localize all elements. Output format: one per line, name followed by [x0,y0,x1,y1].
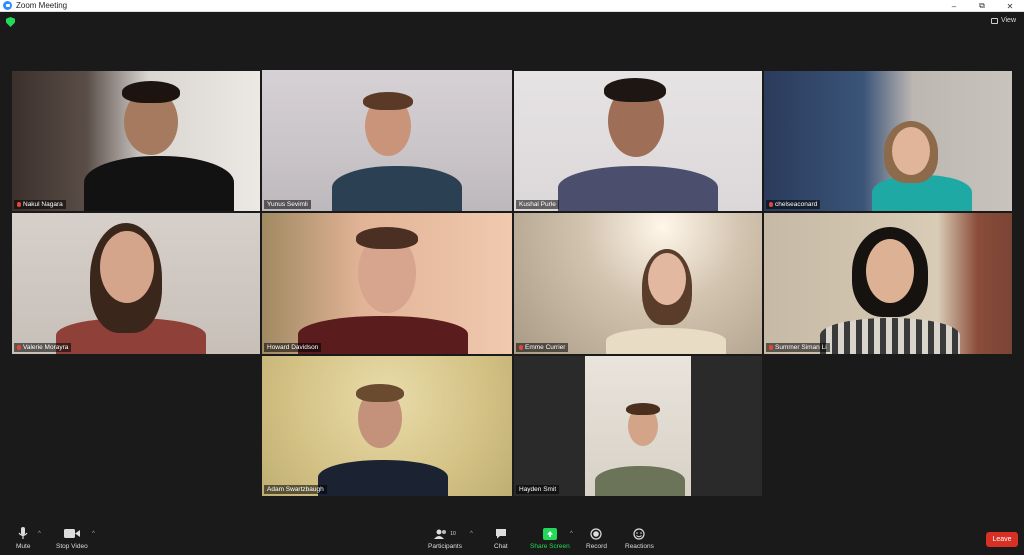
video-options-caret[interactable]: ^ [92,531,95,537]
window-title: Zoom Meeting [16,1,68,10]
participant-name: chelseaconard [775,201,818,208]
participant-body [606,328,726,354]
share-screen-label: Share Screen [530,543,570,550]
participant-body [558,166,718,211]
reactions-button[interactable]: Reactions [625,527,654,550]
participant-head [100,231,154,303]
chat-bubble-icon [495,527,507,540]
chat-button[interactable]: Chat [494,527,508,550]
stop-video-button[interactable]: Stop Video [56,527,88,550]
participant-name-tag: Adam Swartzbaugh [264,485,327,494]
participant-name: Hayden Smit [519,486,557,493]
participant-name-tag: Summer Siman Li [766,343,830,352]
participant-name: Emme Currier [525,344,566,351]
leave-meeting-button[interactable]: Leave [986,532,1018,547]
participant-body [820,318,960,354]
participant-name: Adam Swartzbaugh [267,486,324,493]
record-button[interactable]: Record [586,527,607,550]
muted-mic-icon [519,345,523,350]
participant-head [892,127,930,175]
share-screen-button[interactable]: Share Screen [530,527,570,550]
participants-count: 10 [450,530,456,537]
participant-head [866,239,914,303]
grid-view-icon [990,17,998,24]
participant-body [318,460,448,496]
view-label: View [1000,17,1016,24]
stop-video-label: Stop Video [56,543,88,550]
chat-label: Chat [494,543,508,550]
participants-options-caret[interactable]: ^ [470,531,473,537]
participant-name: Yunus Sevimli [267,201,308,208]
participant-body [332,166,462,211]
participants-label: Participants [428,543,462,550]
participant-name-tag: Howard Davidson [264,343,322,352]
muted-mic-icon [769,202,773,207]
participant-name-tag: Valerie Morayra [14,343,72,352]
video-camera-icon [63,527,80,540]
close-button[interactable]: ✕ [996,0,1024,12]
security-shield-icon[interactable] [6,17,15,27]
reactions-smiley-icon [633,527,646,540]
participant-body [595,466,685,496]
participant-head [648,253,686,305]
video-tile-4[interactable]: chelseaconard [764,71,1012,211]
video-tile-3[interactable]: Kushal Purle [514,71,762,211]
video-tile-2[interactable]: Yunus Sevimli [262,70,512,211]
muted-mic-icon [769,345,773,350]
participant-name: Valerie Morayra [23,344,69,351]
participant-hair [356,384,404,402]
muted-mic-icon [17,202,21,207]
participant-name-tag: Kushal Purle [516,200,559,209]
muted-mic-icon [17,345,21,350]
video-tile-8[interactable]: Summer Siman Li [764,213,1012,354]
reactions-label: Reactions [625,543,654,550]
meeting-top-bar: View [0,12,1024,32]
minimize-button[interactable]: – [940,0,968,12]
participants-icon: 10 [434,527,456,540]
title-bar: Zoom Meeting – ⧉ ✕ [0,0,1024,12]
participant-body [298,316,468,354]
video-tile-1[interactable]: Nakul Nagara [12,71,260,211]
view-button[interactable]: View [990,17,1016,24]
participant-hair [363,92,413,110]
participant-name-tag: Hayden Smit [516,485,560,494]
record-icon [590,527,603,540]
participant-name: Kushal Purle [519,201,556,208]
participant-name-tag: Nakul Nagara [14,200,66,209]
mute-label: Mute [16,543,31,550]
participant-hair [604,78,666,102]
audio-options-caret[interactable]: ^ [38,531,41,537]
participant-hair [356,227,418,249]
video-tile-9[interactable]: Adam Swartzbaugh [262,356,512,496]
zoom-app-icon [3,1,12,10]
meeting-controls-toolbar: Mute ^ Stop Video ^ 10 Participants ^ Ch… [0,523,1024,555]
mute-button[interactable]: Mute [16,527,30,550]
participant-name-tag: chelseaconard [766,200,821,209]
window-controls: – ⧉ ✕ [940,0,1024,12]
restore-button[interactable]: ⧉ [968,0,996,12]
participant-hair [626,403,660,415]
microphone-icon [17,527,29,540]
participant-name: Howard Davidson [267,344,319,351]
participant-body [84,156,234,211]
participant-name-tag: Emme Currier [516,343,569,352]
participant-name: Summer Siman Li [775,344,827,351]
record-label: Record [586,543,607,550]
video-tile-6[interactable]: Howard Davidson [262,213,512,354]
participants-button[interactable]: 10 Participants [428,527,462,550]
share-options-caret[interactable]: ^ [570,531,573,537]
participant-hair [122,81,180,103]
participant-name: Nakul Nagara [23,201,63,208]
video-tile-5[interactable]: Valerie Morayra [12,213,260,354]
video-tile-7[interactable]: Emme Currier [514,213,762,354]
participant-name-tag: Yunus Sevimli [264,200,311,209]
share-screen-icon [542,527,557,540]
video-tile-10[interactable]: Hayden Smit [514,356,762,496]
